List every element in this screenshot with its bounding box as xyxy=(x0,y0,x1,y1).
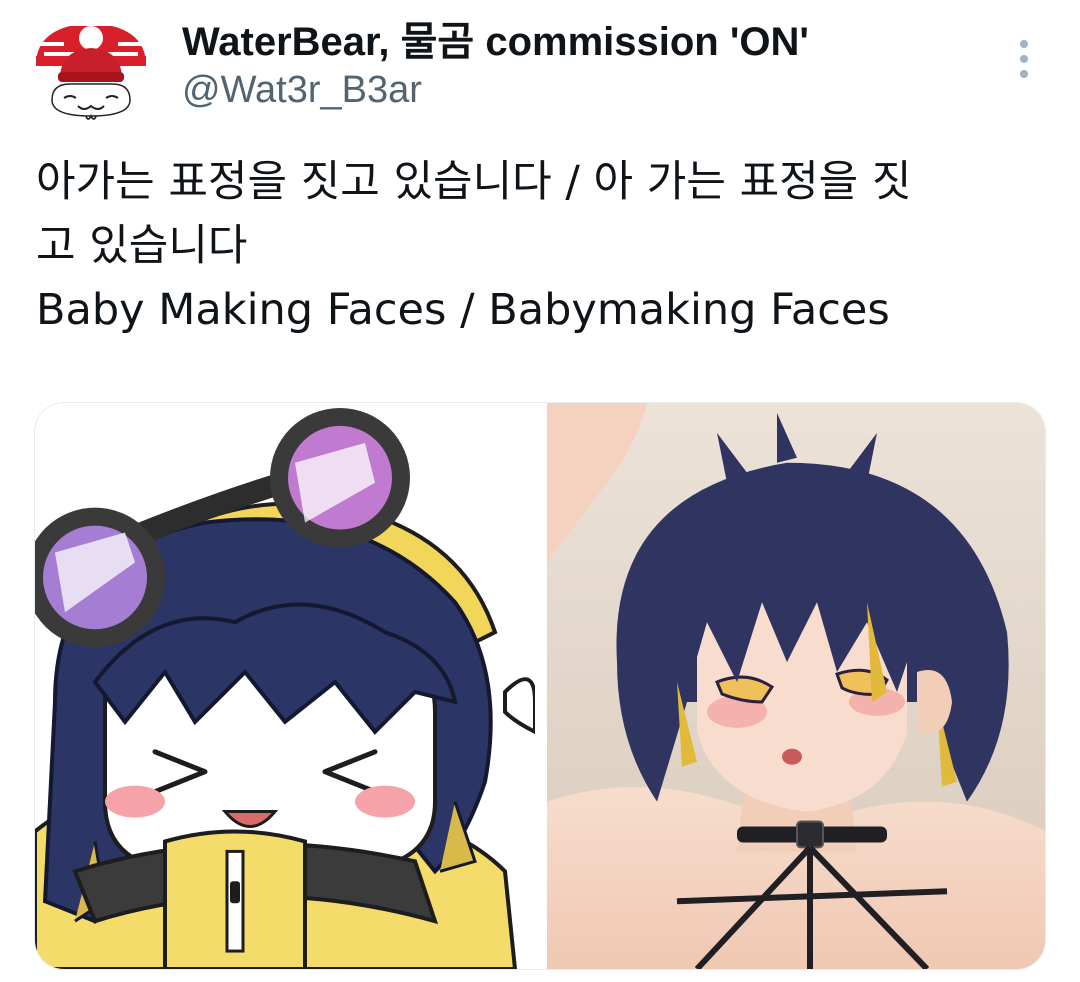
author-handle[interactable]: @Wat3r_B3ar xyxy=(182,68,809,112)
author-display-name[interactable]: WaterBear, 물곰 commission 'ON' xyxy=(182,18,809,66)
media-image-chibi[interactable] xyxy=(35,403,535,969)
anime-illustration xyxy=(547,403,1045,969)
author-avatar[interactable] xyxy=(30,12,152,134)
tweet-text-line: 아가는 표정을 짓고 있습니다 / 아 가는 표정을 짓 xyxy=(36,157,912,207)
tweet-text-line: 고 있습니다 xyxy=(36,221,248,271)
author-info[interactable]: WaterBear, 물곰 commission 'ON' @Wat3r_B3a… xyxy=(182,18,809,112)
more-dots-icon-dot xyxy=(1020,70,1028,78)
media-image-anime[interactable] xyxy=(547,403,1045,969)
more-dots-icon xyxy=(1020,40,1028,48)
waterbear-avatar-icon xyxy=(31,13,151,133)
chibi-illustration xyxy=(35,403,535,969)
tweet-media-grid xyxy=(34,402,1046,970)
more-options-button[interactable] xyxy=(1006,36,1042,82)
more-dots-icon-dot xyxy=(1020,55,1028,63)
tweet-text: 아가는 표정을 짓고 있습니다 / 아 가는 표정을 짓 고 있습니다 Baby… xyxy=(36,150,1046,342)
tweet-text-line: Baby Making Faces / Babymaking Faces xyxy=(36,285,890,335)
